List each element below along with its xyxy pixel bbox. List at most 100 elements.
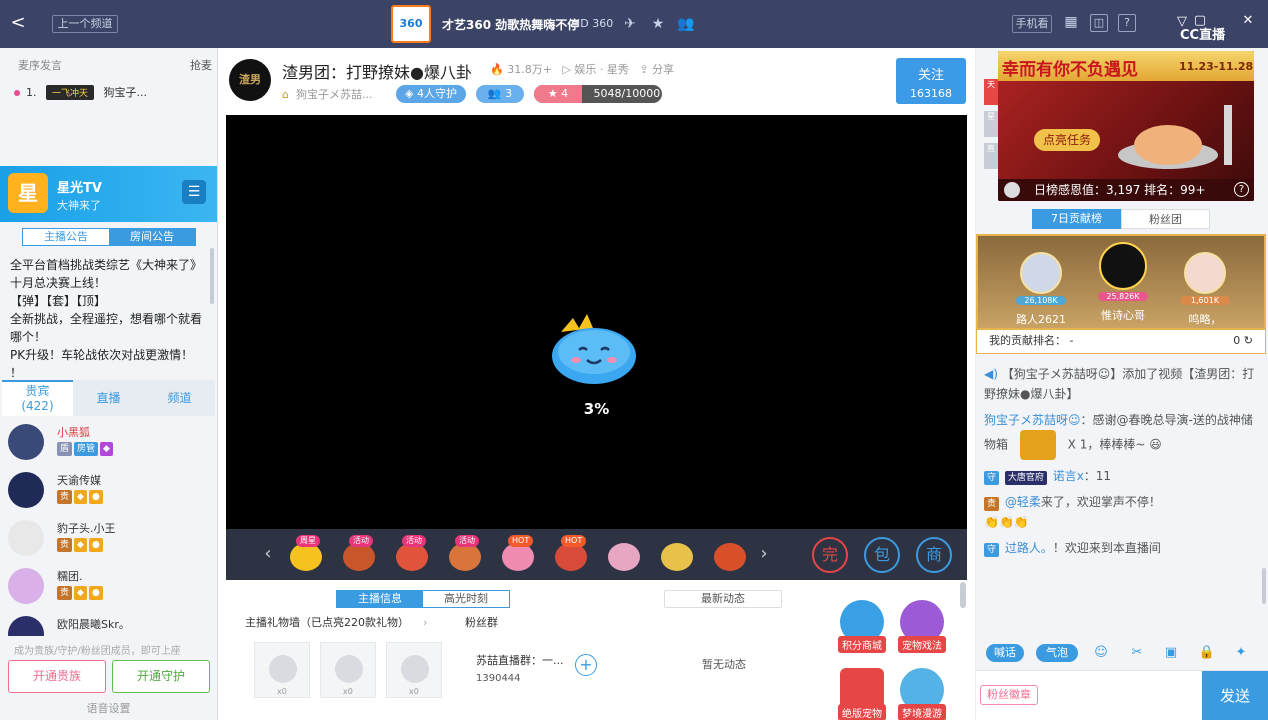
open-noble-button[interactable]: 开通贵族	[8, 660, 106, 693]
grab-mic-button[interactable]: 抢麦	[190, 57, 212, 73]
bubble-button[interactable]: 气泡	[1036, 644, 1078, 662]
complete-button[interactable]: 完	[812, 537, 848, 573]
gift-wall-item[interactable]: x0	[386, 642, 442, 698]
phone-watch-button[interactable]: 手机看	[1012, 15, 1052, 33]
tab-noble[interactable]: 贵宾 (422)	[2, 380, 73, 416]
side-tag[interactable]: 星	[984, 111, 998, 137]
users-icon[interactable]: 👥	[676, 14, 696, 34]
fans-pill[interactable]: 👥 3	[476, 85, 524, 103]
rank-user: 狗宝子...	[103, 86, 148, 99]
channel-id: ID 360	[577, 17, 614, 30]
event-banner[interactable]: 幸而有你不负遇见 11.23-11.28 点亮任务 日榜感恩值：3,197 排名…	[998, 51, 1254, 201]
anchor-name[interactable]: 狗宝子メ苏喆...	[296, 88, 373, 101]
help-icon[interactable]: ?	[1234, 182, 1249, 197]
help-icon[interactable]: ?	[1118, 14, 1136, 32]
gift-item[interactable]: HOT	[498, 535, 538, 575]
gift-item[interactable]	[657, 535, 697, 575]
refresh-icon[interactable]: ↻	[1244, 334, 1253, 347]
info-scrollbar[interactable]	[960, 582, 966, 608]
chat-user[interactable]: 狗宝子メ苏喆呀☺	[984, 413, 1081, 427]
viewer-item[interactable]: 天谕传媒 贵 ◆ ●	[8, 472, 208, 516]
tab-anchor-info[interactable]: 主播信息	[337, 591, 423, 607]
chat-user[interactable]: 诺言x	[1053, 469, 1084, 483]
side-tag[interactable]: 直	[984, 143, 998, 169]
close-icon[interactable]: ✕	[1240, 13, 1256, 29]
grid-icon[interactable]: ▦	[1062, 14, 1080, 32]
gift-item[interactable]: 活动	[445, 535, 485, 575]
viewer-item[interactable]: 欧阳晨曦Skr。	[8, 616, 208, 636]
channel-card[interactable]: 星 星光TV 大神来了 ☰	[0, 166, 217, 222]
chevron-right-icon[interactable]: ›	[756, 543, 772, 565]
backpack-button[interactable]: 包	[864, 537, 900, 573]
join-group-icon[interactable]: +	[575, 654, 597, 676]
notice-icon[interactable]: ◫	[1090, 14, 1108, 32]
anchor-avatar[interactable]: 渣男	[229, 59, 271, 101]
my-rank-number: 0	[1233, 334, 1241, 347]
image-icon[interactable]: ▣	[1162, 644, 1180, 662]
gift-wall-title[interactable]: 主播礼物墙（已点亮220款礼物） ›	[245, 614, 427, 630]
tab-anchor-announcement[interactable]: 主播公告	[23, 229, 109, 245]
side-tag[interactable]: 天	[984, 79, 998, 105]
send-button[interactable]: 发送	[1202, 671, 1268, 720]
chat-user[interactable]: 过路人。	[1005, 541, 1053, 555]
gift-item[interactable]	[604, 535, 644, 575]
gift-item[interactable]	[710, 535, 750, 575]
fans-badge-button[interactable]: 粉丝徽章	[980, 685, 1038, 705]
chat-message: 守 过路人。！欢迎来到本直播间	[984, 538, 1260, 558]
prev-channel-button[interactable]: 上一个频道	[52, 15, 118, 33]
pet-trick-button[interactable]: 宠物戏法	[898, 600, 946, 653]
tab-latest-news[interactable]: 最新动态	[664, 590, 782, 608]
lock-icon[interactable]: 🔒	[1198, 644, 1216, 662]
level-bar[interactable]: ★ 4 5048/10000	[534, 85, 662, 103]
viewer-item[interactable]: 糯团. 贵 ◆ ●	[8, 568, 208, 612]
gift-wall-item[interactable]: x0	[254, 642, 310, 698]
rare-pet-button[interactable]: 绝版宠物	[838, 668, 886, 720]
event-task-button[interactable]: 点亮任务	[1034, 129, 1100, 151]
category[interactable]: 娱乐 · 星秀	[574, 63, 629, 76]
menu-icon[interactable]: ☰	[182, 180, 206, 204]
tab-room-announcement[interactable]: 房间公告	[109, 229, 195, 245]
avatar	[1020, 252, 1062, 294]
tab-fans-club[interactable]: 粉丝团	[1121, 209, 1210, 229]
emoji-icon[interactable]: ☺	[1092, 644, 1110, 662]
announcement-scrollbar[interactable]	[210, 248, 214, 304]
share-button[interactable]: 分享	[652, 63, 674, 76]
plane-icon[interactable]: ✈	[620, 14, 640, 34]
viewer-name: 欧阳晨曦Skr。	[57, 618, 130, 631]
shop-button[interactable]: 商	[916, 537, 952, 573]
star-icon[interactable]: ★	[648, 14, 668, 34]
open-guard-button[interactable]: 开通守护	[112, 660, 210, 693]
chevron-left-icon[interactable]: ‹	[260, 543, 276, 565]
podium-item[interactable]: 26,108K 路人2621	[1006, 246, 1076, 334]
shout-button[interactable]: 喊话	[986, 644, 1024, 662]
guards-pill[interactable]: ◈ 4人守护	[396, 85, 466, 103]
mic-rank-item[interactable]: 1. 一飞冲天 狗宝子...	[14, 84, 147, 100]
tab-live[interactable]: 直播	[73, 380, 144, 416]
gift-item[interactable]: 活动	[392, 535, 432, 575]
video-player[interactable]: 3%	[226, 115, 967, 529]
chat-scrollbar[interactable]	[1262, 568, 1266, 604]
gift-wall-item[interactable]: x0	[320, 642, 376, 698]
dream-roam-button[interactable]: 梦境漫游	[898, 668, 946, 720]
viewer-item[interactable]: 豹子头.小王 贵 ◆ ●	[8, 520, 208, 564]
shield-icon: 盾	[57, 442, 73, 456]
shield-icon[interactable]: ✦	[1232, 644, 1250, 662]
gift-item[interactable]: 周星	[286, 535, 326, 575]
tab-7day-rank[interactable]: 7日贡献榜	[1032, 209, 1121, 229]
back-icon[interactable]: <	[8, 12, 28, 34]
guard-button-label: 开通守护	[136, 669, 185, 683]
chat-user[interactable]: @轻柔	[1005, 495, 1041, 509]
points-mall-button[interactable]: 积分商城	[838, 600, 886, 653]
gift-item[interactable]: 活动	[339, 535, 379, 575]
viewer-item[interactable]: 小黑狐 盾房管 ◆	[8, 424, 208, 468]
follow-button[interactable]: 关注 163168	[896, 58, 966, 104]
tab-channel[interactable]: 频道	[144, 380, 215, 416]
podium-item[interactable]: 25,826K 惟诗心哥	[1088, 236, 1158, 324]
gift-item[interactable]: HOT	[551, 535, 591, 575]
tab-highlight[interactable]: 高光时刻	[423, 591, 509, 607]
voice-settings-button[interactable]: 语音设置	[0, 698, 217, 720]
scissors-icon[interactable]: ✂	[1128, 644, 1146, 662]
podium-item[interactable]: 1,601K 鸣略，	[1170, 246, 1240, 334]
share-icon[interactable]: ⇪	[639, 63, 648, 76]
chat-input[interactable]	[1044, 675, 1196, 717]
